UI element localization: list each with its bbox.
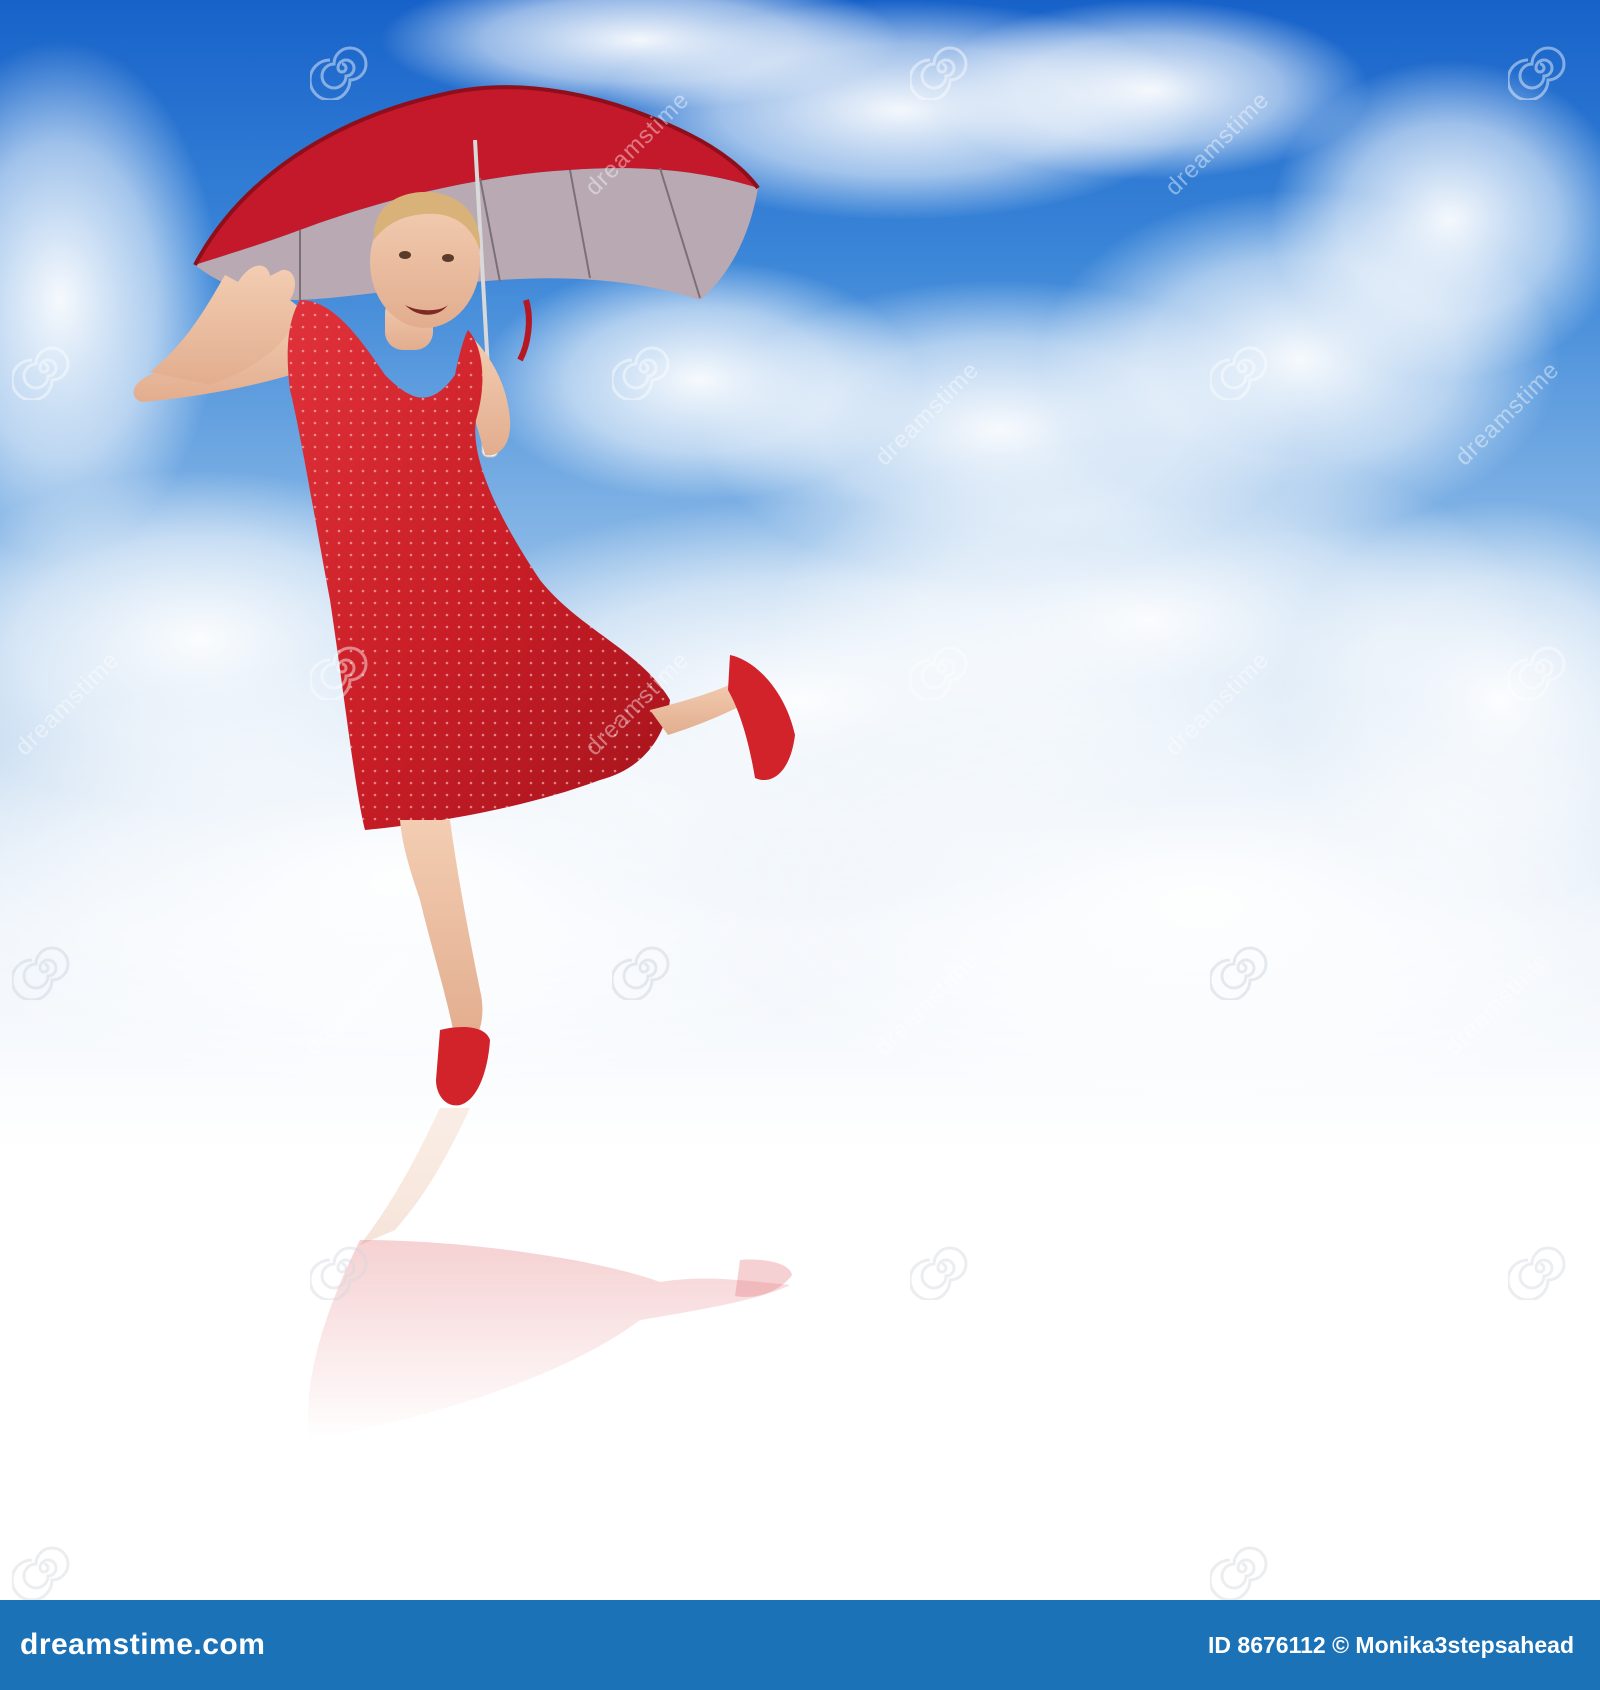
image-credit: ID 8676112 © Monika3stepsahead: [1208, 1632, 1574, 1659]
spiral-icon: [1508, 46, 1566, 100]
spiral-icon: [310, 1246, 368, 1300]
spiral-icon: [910, 646, 968, 700]
spiral-icon: [910, 1246, 968, 1300]
image-id: ID 8676112: [1208, 1632, 1326, 1658]
brand-text: dreamstime.com: [20, 1628, 266, 1661]
spiral-icon: [1508, 1246, 1566, 1300]
spiral-icon: [612, 946, 670, 1000]
spiral-icon: [12, 946, 70, 1000]
spiral-icon: [1508, 646, 1566, 700]
spiral-icon: [1210, 946, 1268, 1000]
spiral-icon: [1210, 1546, 1268, 1600]
spiral-icon: [310, 46, 368, 100]
clouds: [0, 0, 1600, 1120]
photographer-credit: © Monika3stepsahead: [1332, 1632, 1574, 1658]
photo-area: dreamstime dreamstime dreamstime dreamst…: [0, 0, 1600, 1600]
spiral-icon: [910, 46, 968, 100]
spiral-icon: [612, 346, 670, 400]
brand-logo[interactable]: dreamstime.com: [20, 1628, 265, 1662]
spiral-icon: [12, 346, 70, 400]
photo-illustration: [0, 0, 1600, 1440]
stock-photo: dreamstime dreamstime dreamstime dreamst…: [0, 0, 1600, 1690]
footer-bar: dreamstime.com ID 8676112 © Monika3steps…: [0, 1600, 1600, 1690]
spiral-icon: [310, 646, 368, 700]
spiral-icon: [12, 1546, 70, 1600]
reflection: [308, 1108, 792, 1440]
spiral-icon: [1210, 346, 1268, 400]
